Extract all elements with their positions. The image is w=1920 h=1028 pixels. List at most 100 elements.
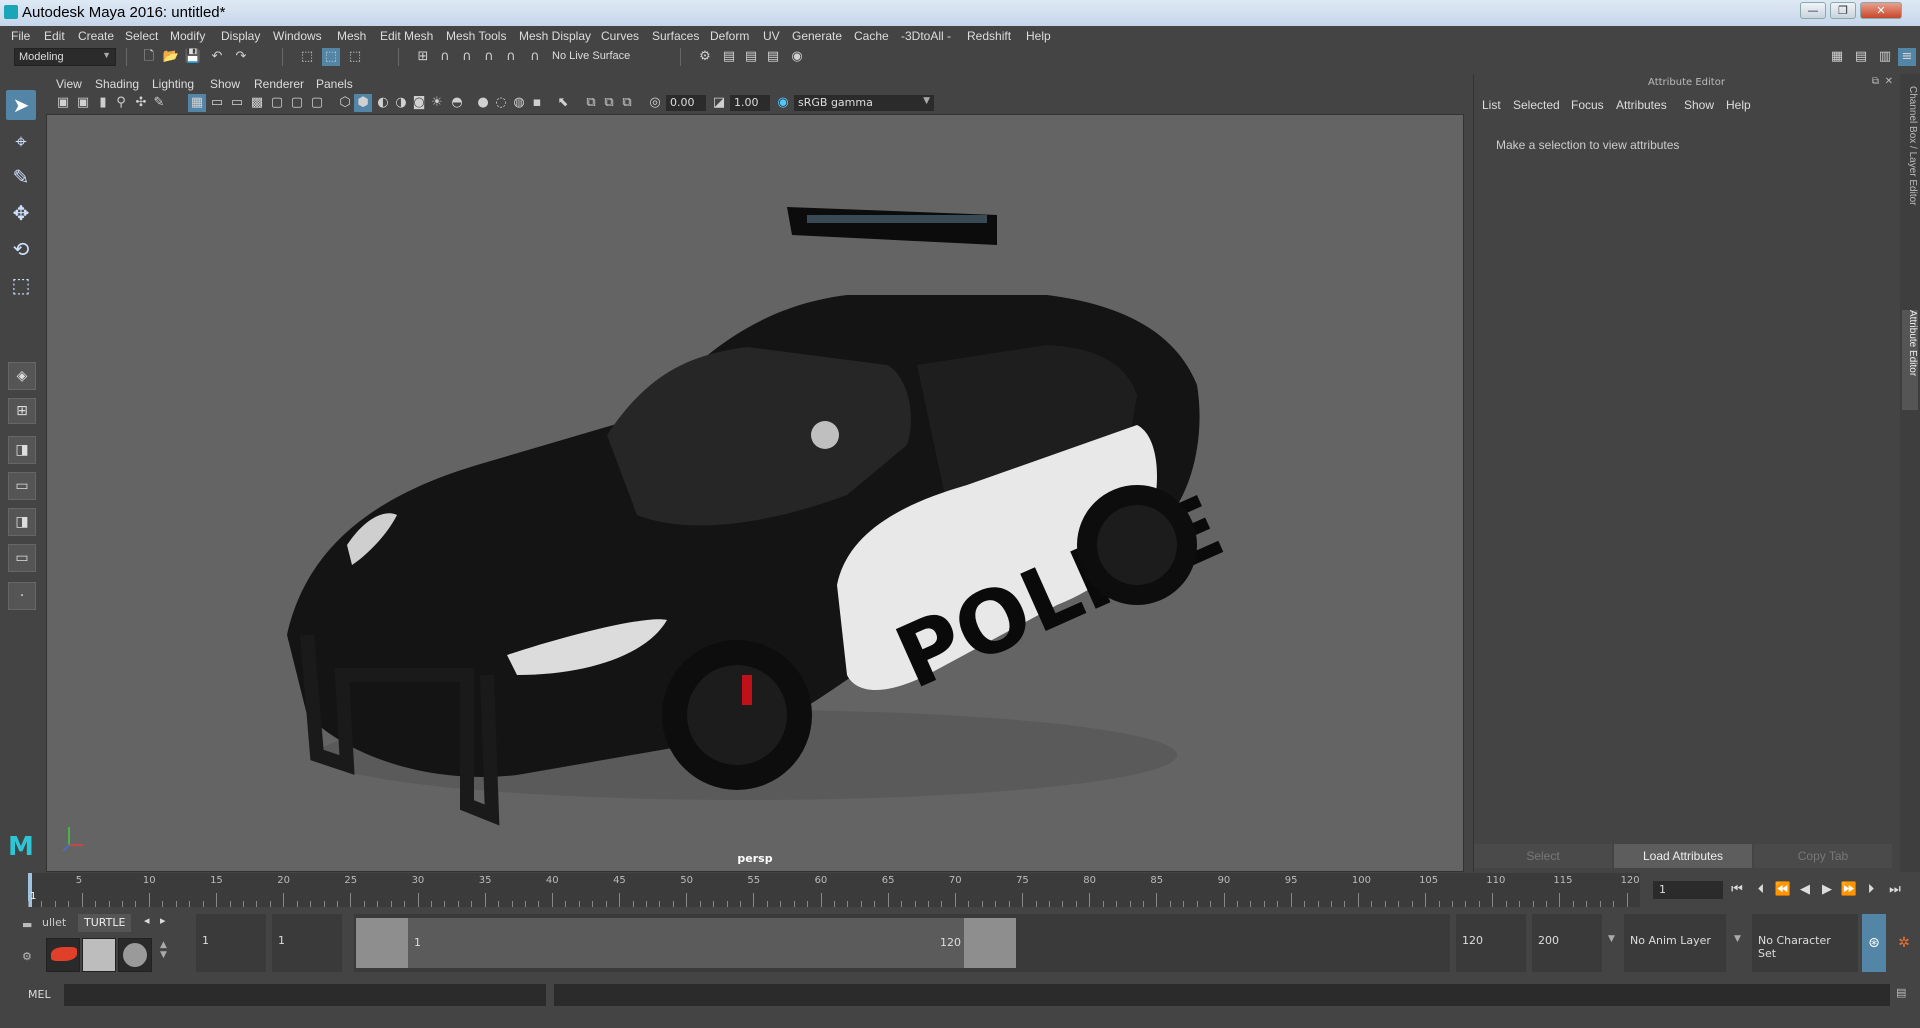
range-end-handle[interactable] <box>964 918 1016 968</box>
snap-point-icon[interactable]: ∩ <box>458 48 476 66</box>
turtle-sphere-icon[interactable] <box>118 938 152 972</box>
menu-deform[interactable]: Deform <box>710 29 749 43</box>
persp-graph-layout-icon[interactable]: ▭ <box>8 544 36 572</box>
color-space-dropdown[interactable]: sRGB gamma ▼ <box>794 95 934 111</box>
shelf-scroll-right-icon[interactable]: ▸ <box>160 914 166 927</box>
bookmark-icon[interactable]: ▮ <box>94 94 112 112</box>
modeling-toolkit-icon[interactable]: ▦ <box>1828 48 1846 66</box>
snap-surface-icon[interactable]: ∩ <box>502 48 520 66</box>
snap-curve-icon[interactable]: ∩ <box>436 48 454 66</box>
isolate-select-icon[interactable]: ⬉ <box>554 94 572 112</box>
shelf-tab-turtle[interactable]: TURTLE <box>78 914 132 932</box>
gamma-icon[interactable]: ◪ <box>710 94 728 112</box>
menu-help[interactable]: Help <box>1026 29 1051 43</box>
menu-mesh-tools[interactable]: Mesh Tools <box>446 29 506 43</box>
render-current-icon[interactable]: ▤ <box>720 48 738 66</box>
viewport-menu-panels[interactable]: Panels <box>316 77 353 91</box>
resolution-gate-icon[interactable]: ▭ <box>228 94 246 112</box>
xray-components-icon[interactable]: ⧉ <box>618 94 636 112</box>
menu-create[interactable]: Create <box>78 29 114 43</box>
select-hierarchy-icon[interactable]: ⬚ <box>298 48 316 66</box>
menu-modify[interactable]: Modify <box>170 29 205 43</box>
chevron-down-icon[interactable]: ▼ <box>1608 934 1615 944</box>
exposure-icon[interactable]: ◎ <box>646 94 664 112</box>
animation-preferences-icon[interactable]: ✲ <box>1892 914 1916 972</box>
current-frame-field[interactable]: 1 <box>1653 881 1723 899</box>
script-editor-icon[interactable]: ▤ <box>1896 986 1906 999</box>
select-button[interactable]: Select <box>1474 844 1612 868</box>
textured-icon[interactable]: ◙ <box>410 94 428 112</box>
menu-cache[interactable]: Cache <box>854 29 889 43</box>
wireframe-icon[interactable]: ⬡ <box>336 94 354 112</box>
shelf-settings-icon[interactable]: ⚙ <box>22 950 32 963</box>
load-attributes-button[interactable]: Load Attributes <box>1614 844 1752 868</box>
screen-space-ao-icon[interactable]: ● <box>474 94 492 112</box>
playback-start-field[interactable]: 1 <box>272 914 342 972</box>
wireframe-on-shaded-icon[interactable]: ◑ <box>392 94 410 112</box>
hypershade-icon[interactable]: ◉ <box>788 48 806 66</box>
anim-end-field[interactable]: 200 <box>1532 914 1602 972</box>
snap-view-icon[interactable]: ∩ <box>480 48 498 66</box>
film-gate-icon[interactable]: ▭ <box>208 94 226 112</box>
go-to-end-icon[interactable]: ⏭ <box>1886 881 1904 899</box>
exposure-field[interactable]: 0.00 <box>666 95 706 111</box>
select-tool-icon[interactable]: ➤ <box>6 90 36 120</box>
default-material-icon[interactable]: ◐ <box>374 94 392 112</box>
camera-select-icon[interactable]: ▣ <box>54 94 72 112</box>
attr-menu-list[interactable]: List <box>1482 98 1501 112</box>
step-forward-icon[interactable]: ⏵ <box>1862 881 1880 899</box>
menu-curves[interactable]: Curves <box>601 29 639 43</box>
perspective-viewport[interactable]: POLICE persp <box>46 114 1464 872</box>
time-slider[interactable]: 1 5 10 15 20 25 30 35 40 45 50 55 60 65 70 75 80 85 90 95 1… <box>28 873 1640 907</box>
four-view-layout-icon[interactable]: ⊞ <box>8 398 36 424</box>
xray-joints-icon[interactable]: ⧉ <box>600 94 618 112</box>
menu-display[interactable]: Display <box>221 29 260 43</box>
viewport-menu-show[interactable]: Show <box>210 77 240 91</box>
grid-toggle-icon[interactable]: ▦ <box>188 94 206 112</box>
menu-edit[interactable]: Edit <box>44 29 65 43</box>
snap-grid-icon[interactable]: ⊞ <box>414 48 432 66</box>
attr-menu-attributes[interactable]: Attributes <box>1616 98 1667 112</box>
anti-aliasing-icon[interactable]: ◍ <box>510 94 528 112</box>
play-forwards-icon[interactable]: ▶ <box>1818 881 1836 899</box>
move-tool-icon[interactable]: ✥ <box>6 198 36 228</box>
menu-generate[interactable]: Generate <box>792 29 842 43</box>
use-all-lights-icon[interactable]: ☀ <box>428 94 446 112</box>
shadows-icon[interactable]: ◓ <box>448 94 466 112</box>
xray-icon[interactable]: ⧉ <box>582 94 600 112</box>
channel-box-toggle-icon[interactable]: ≡ <box>1898 48 1916 66</box>
menu-file[interactable]: File <box>11 29 30 43</box>
shelf-tab-bullet[interactable]: ullet <box>36 914 72 932</box>
side-by-side-layout-icon[interactable]: ◨ <box>8 436 36 464</box>
viewport-menu-view[interactable]: View <box>56 77 82 91</box>
outliner-graph-layout-icon[interactable]: ◨ <box>8 508 36 536</box>
grease-pencil-icon[interactable]: ✎ <box>150 94 168 112</box>
range-slider-track[interactable]: 1 120 <box>354 914 1450 972</box>
attr-menu-selected[interactable]: Selected <box>1513 98 1560 112</box>
character-set-dropdown[interactable]: No Character Set <box>1752 914 1858 972</box>
camera-attributes-icon[interactable]: ▣ <box>74 94 92 112</box>
color-management-icon[interactable]: ◉ <box>774 94 792 112</box>
menu-mesh[interactable]: Mesh <box>337 29 366 43</box>
step-back-key-icon[interactable]: ⏪ <box>1774 881 1792 899</box>
new-scene-icon[interactable]: 🗋 <box>140 48 158 66</box>
scale-tool-icon[interactable]: ⬚ <box>6 270 36 300</box>
motion-blur-icon[interactable]: ◌ <box>492 94 510 112</box>
render-settings-icon[interactable]: ⚙ <box>696 48 714 66</box>
menu-select[interactable]: Select <box>125 29 158 43</box>
select-object-icon[interactable]: ⬚ <box>322 48 340 66</box>
outliner-persp-layout-icon[interactable]: ▭ <box>8 472 36 500</box>
attr-menu-focus[interactable]: Focus <box>1571 98 1604 112</box>
attr-menu-help[interactable]: Help <box>1726 98 1751 112</box>
undo-icon[interactable]: ↶ <box>208 48 226 66</box>
tab-attribute-editor[interactable]: Attribute Editor <box>1902 310 1918 410</box>
chevron-down-icon[interactable]: ▼ <box>1734 934 1741 944</box>
attribute-editor-toggle-icon[interactable]: ▤ <box>1852 48 1870 66</box>
attr-menu-show[interactable]: Show <box>1684 98 1714 112</box>
auto-key-icon[interactable]: ⊛ <box>1862 914 1886 972</box>
anim-layer-dropdown[interactable]: No Anim Layer <box>1624 914 1726 972</box>
live-surface-field[interactable]: No Live Surface <box>548 48 650 66</box>
snap-together-icon[interactable]: ∩ <box>526 48 544 66</box>
command-input[interactable] <box>64 984 546 1006</box>
turtle-render-icon[interactable] <box>46 938 80 972</box>
